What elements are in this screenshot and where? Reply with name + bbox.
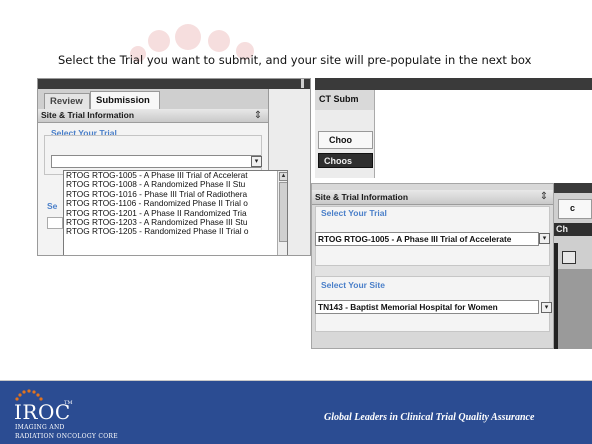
trial-select-input[interactable]: RTOG RTOG-1005 - A Phase III Trial of Ac…: [315, 232, 539, 246]
partial-button-label: Ch: [556, 224, 568, 234]
trial-select-value: RTOG RTOG-1005 - A Phase III Trial of Ac…: [318, 234, 512, 244]
select-site-label: Select Your Site: [321, 280, 385, 290]
trial-select-input[interactable]: [51, 155, 261, 168]
trial-select-screenshot: Review Submission Site & Trial Informati…: [37, 78, 311, 256]
ct-header-label: CT Subm: [319, 94, 359, 104]
logo-subtitle-1: IMAGING AND: [15, 424, 65, 431]
scroll-thumb[interactable]: [279, 182, 287, 242]
title-bar: [38, 79, 310, 89]
list-items: RTOG RTOG-1005 - A Phase III Trial of Ac…: [64, 171, 277, 237]
list-scrollbar[interactable]: ▲: [277, 171, 287, 255]
tab-submission[interactable]: Submission: [90, 91, 160, 109]
panel-title-label: Site & Trial Information: [315, 192, 409, 202]
title-bar: [554, 183, 592, 193]
chevron-down-icon[interactable]: ▾: [539, 233, 550, 244]
partial-checkbox[interactable]: [562, 251, 576, 264]
panel-title-label: Site & Trial Information: [41, 110, 135, 120]
title-bar: [315, 78, 592, 90]
partial-button[interactable]: Ch: [554, 223, 592, 236]
instruction-text: Select the Trial you want to submit, and…: [58, 53, 532, 67]
select-trial-label: Select Your Trial: [321, 208, 387, 218]
choose-button-label: Choos: [324, 156, 352, 166]
panel-title: Site & Trial Information: [312, 190, 553, 205]
collapse-icon[interactable]: ⇕: [251, 109, 265, 123]
footer-tagline: Global Leaders in Clinical Trial Quality…: [324, 412, 535, 423]
ct-submission-screenshot: CT Subm Choo Choos: [315, 78, 592, 178]
partial-grey-area: [558, 269, 592, 349]
side-input-fragment: [47, 217, 63, 229]
collapse-icon[interactable]: ⇕: [537, 190, 551, 204]
panel-title: Site & Trial Information: [38, 109, 268, 123]
site-trial-screenshot: Site & Trial Information ⇕ Select Your T…: [311, 183, 554, 349]
partial-tab-label: c: [570, 203, 576, 213]
site-select-value: TN143 - Baptist Memorial Hospital for Wo…: [318, 302, 498, 312]
logo-main: IROC: [14, 400, 71, 424]
section-gap: [315, 266, 550, 276]
ct-header-bar: CT Subm: [315, 90, 375, 110]
footer-bar: IROC TM IMAGING AND RADIATION ONCOLOGY C…: [0, 381, 592, 444]
tab-review[interactable]: Review: [44, 93, 90, 109]
ct-right-area: [375, 90, 592, 178]
logo-arc-icon: [15, 389, 43, 401]
logo-subtitle-2: RADIATION ONCOLOGY CORE: [15, 433, 118, 440]
partial-screenshot: c Ch: [554, 183, 592, 349]
pin-icon: [301, 79, 304, 88]
site-select-input[interactable]: TN143 - Baptist Memorial Hospital for Wo…: [315, 300, 539, 314]
side-label-fragment: Se: [47, 201, 58, 211]
chevron-down-icon[interactable]: ▾: [251, 156, 262, 167]
chevron-down-icon[interactable]: ▾: [541, 302, 552, 313]
ct-tab-label: Choo: [329, 135, 352, 145]
scroll-up-icon[interactable]: ▲: [279, 172, 287, 181]
list-item[interactable]: RTOG RTOG-1205 - Randomized Phase II Tri…: [64, 227, 277, 237]
partial-tab[interactable]: c: [558, 199, 592, 219]
choose-button[interactable]: Choos: [318, 153, 373, 168]
ct-tab[interactable]: Choo: [318, 131, 373, 149]
logo-trademark: TM: [64, 400, 73, 406]
trial-options-list[interactable]: RTOG RTOG-1005 - A Phase III Trial of Ac…: [63, 170, 288, 255]
